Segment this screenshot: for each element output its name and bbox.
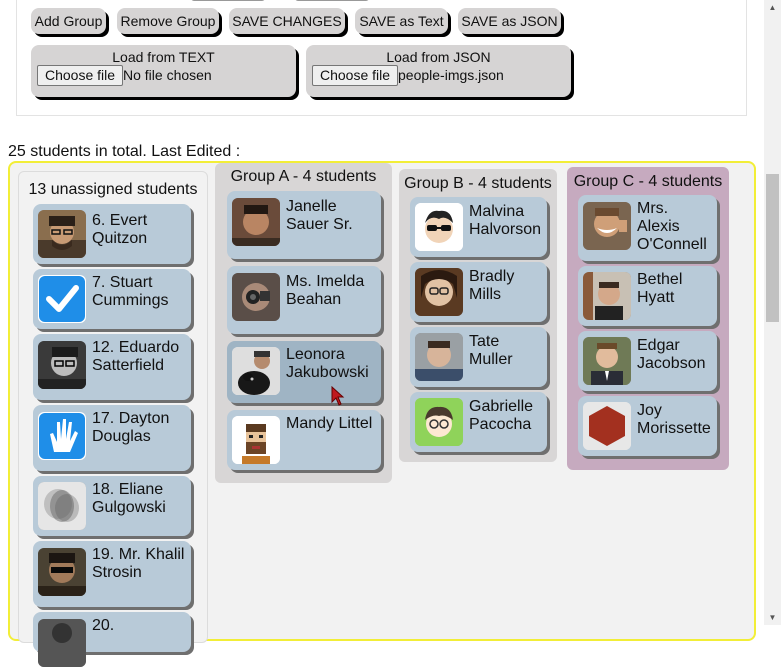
scroll-down-arrow-icon[interactable]: ▼ (764, 613, 781, 622)
load-json-file-name: people-imgs.json (398, 67, 504, 83)
load-json-choose-file-button[interactable]: Choose file (312, 65, 399, 86)
add-group-button[interactable]: Add Group (31, 8, 106, 34)
student-name: Mrs. Alexis O'Connell (637, 200, 707, 253)
student-card[interactable]: 6. Evert Quitzon (33, 204, 191, 264)
student-card[interactable]: Ms. Imelda Beahan (227, 266, 381, 334)
student-card[interactable]: Malvina Halvorson (410, 197, 547, 257)
student-name: Joy Morissette (637, 402, 711, 437)
save-changes-button[interactable]: SAVE CHANGES (229, 8, 345, 34)
avatar-photo-man-icon (415, 333, 463, 381)
avatar-photo-man-bw-icon (38, 341, 86, 389)
group-a-title: Group A - 4 students (230, 168, 377, 185)
avatar-photo-man-glasses-icon (38, 210, 86, 258)
avatar-photo-man-sunglasses-icon (38, 548, 86, 596)
student-card[interactable]: 18. Eliane Gulgowski (33, 476, 191, 536)
student-count-status: 25 students in total. Last Edited : (8, 143, 241, 160)
avatar-photo-blurred-face-icon (38, 482, 86, 530)
student-name: Leonora Jakubowski (286, 346, 369, 381)
save-json-button[interactable]: SAVE as JSON (458, 8, 561, 34)
student-card[interactable]: Edgar Jacobson (578, 331, 717, 391)
student-name: Mandy Littel (286, 415, 373, 432)
avatar-photo-man-suit-icon (583, 337, 631, 385)
student-name: 7. Stuart Cummings (92, 274, 169, 309)
scroll-up-arrow-icon[interactable]: ▲ (764, 3, 781, 12)
avatar-checkmark-icon (38, 275, 86, 323)
student-name: Gabrielle Pacocha (469, 398, 534, 433)
student-card[interactable]: Gabrielle Pacocha (410, 392, 547, 452)
student-name: 17. Dayton Douglas (92, 410, 170, 445)
toolbar-panel: Add Group Remove Group SAVE CHANGES SAVE… (16, 0, 747, 116)
student-card[interactable]: 7. Stuart Cummings (33, 269, 191, 329)
load-text-title: Load from TEXT (112, 49, 215, 65)
avatar-photo-man-icon (232, 198, 280, 246)
avatar-red-hexagon-icon (583, 402, 631, 450)
group-board: 13 unassigned students 6. Evert Quitzon … (8, 161, 756, 667)
group-c-title: Group C - 4 students (573, 173, 723, 190)
student-name: 12. Eduardo Satterfield (92, 339, 180, 374)
student-card[interactable]: Leonora Jakubowski (227, 341, 381, 406)
student-card[interactable]: Bethel Hyatt (578, 266, 717, 326)
student-name: Edgar Jacobson (637, 337, 706, 372)
student-name: 18. Eliane Gulgowski (92, 481, 166, 516)
save-text-button[interactable]: SAVE as Text (355, 8, 448, 34)
group-b-column[interactable]: Group B - 4 students Malvina Halvorson B… (399, 169, 557, 462)
remove-group-button[interactable]: Remove Group (117, 8, 219, 34)
avatar-photo-dog-icon (232, 347, 280, 395)
group-a-column[interactable]: Group A - 4 students Janelle Sauer Sr. M… (215, 163, 392, 483)
student-name: Bethel Hyatt (637, 271, 683, 306)
student-name: Ms. Imelda Beahan (286, 273, 365, 308)
student-name: Janelle Sauer Sr. (286, 198, 353, 233)
avatar-photo-man-laughing-icon (583, 202, 631, 250)
student-card[interactable]: Mrs. Alexis O'Connell (578, 195, 717, 261)
student-card[interactable]: 17. Dayton Douglas (33, 405, 191, 471)
avatar-cartoon-green-glasses-icon (415, 398, 463, 446)
scrollbar-thumb[interactable] (766, 174, 779, 322)
avatar-pixel-bearded-man-icon (232, 416, 280, 464)
load-json-panel: Load from JSON Choose file people-imgs.j… (306, 45, 571, 97)
load-text-choose-file-button[interactable]: Choose file (37, 65, 124, 86)
avatar-photo-woman-glasses-icon (415, 268, 463, 316)
student-name: Bradly Mills (469, 268, 515, 303)
student-card[interactable]: 20. (33, 612, 191, 667)
avatar-hand-icon (38, 412, 86, 460)
load-text-file-name: No file chosen (123, 67, 212, 83)
avatar-cartoon-sunglasses-icon (415, 203, 463, 251)
cursor-icon (331, 386, 345, 406)
student-card[interactable]: Mandy Littel (227, 410, 381, 470)
student-card[interactable]: 19. Mr. Khalil Strosin (33, 541, 191, 607)
student-card[interactable]: 12. Eduardo Satterfield (33, 334, 191, 400)
student-name: 20. (92, 617, 115, 634)
avatar-photo-camera-man-icon (232, 273, 280, 321)
student-name: Tate Muller (469, 333, 513, 368)
group-b-title: Group B - 4 students (404, 175, 552, 192)
student-card[interactable]: Janelle Sauer Sr. (227, 191, 381, 259)
group-c-column[interactable]: Group C - 4 students Mrs. Alexis O'Conne… (567, 167, 729, 470)
page-scrollbar[interactable]: ▲ ▼ (764, 0, 781, 625)
student-name: 6. Evert Quitzon (92, 212, 148, 247)
student-name: Malvina Halvorson (469, 203, 542, 238)
partial-input[interactable] (191, 0, 265, 1)
unassigned-title: 13 unassigned students (28, 181, 198, 198)
avatar-photo-man-icon (583, 272, 631, 320)
student-card[interactable]: Tate Muller (410, 327, 547, 387)
student-name: 19. Mr. Khalil Strosin (92, 546, 185, 581)
unassigned-column[interactable]: 13 unassigned students 6. Evert Quitzon … (18, 171, 208, 667)
avatar-photo-partial-icon (38, 619, 86, 667)
load-json-title: Load from JSON (386, 49, 491, 65)
load-text-panel: Load from TEXT Choose file No file chose… (31, 45, 296, 97)
student-card[interactable]: Joy Morissette (578, 396, 717, 456)
partial-input[interactable] (295, 0, 369, 1)
student-card[interactable]: Bradly Mills (410, 262, 547, 322)
